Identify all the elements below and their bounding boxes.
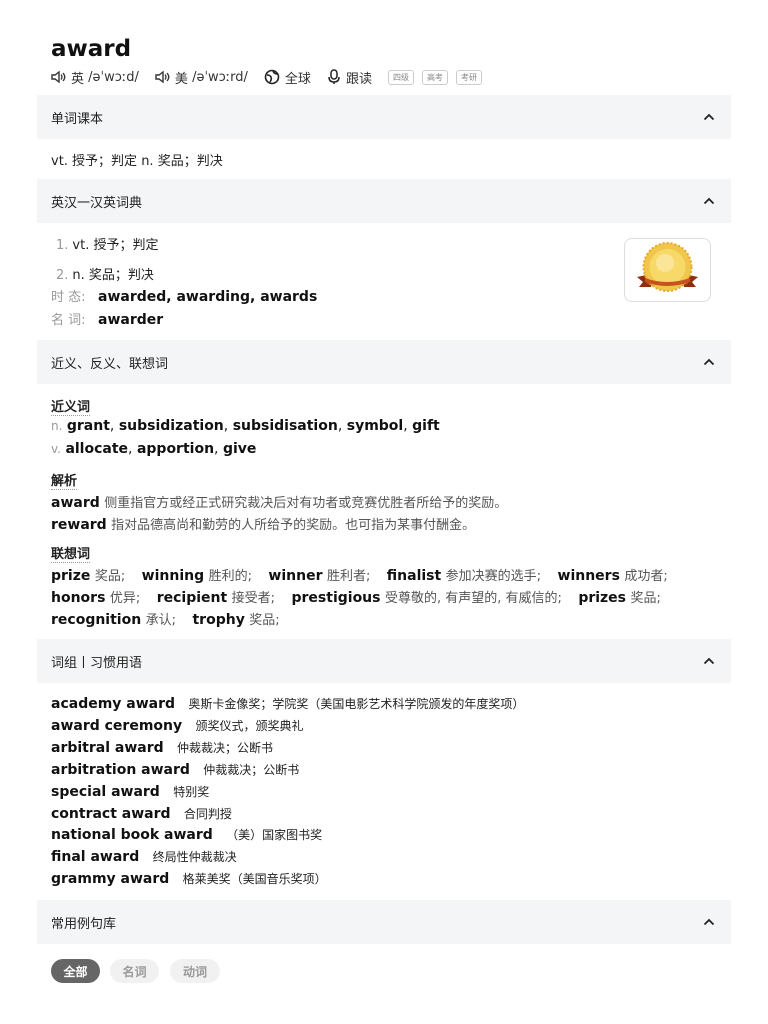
pos-label: v. — [51, 442, 61, 456]
phrase-row: grammy award 格莱美奖（美国音乐奖项） — [51, 871, 327, 887]
noun-form-value: awarder — [98, 312, 164, 328]
filter-verb-button[interactable]: 动词 — [170, 959, 220, 983]
award-medal-image — [624, 238, 711, 302]
tense-row: 时 态: awarded, awarding, awards — [51, 286, 317, 305]
synonym-link[interactable]: allocate — [65, 441, 128, 457]
medal-icon — [637, 242, 698, 292]
section-header-phrases[interactable]: 词组丨习惯用语 — [37, 639, 731, 683]
synonyms-subtitle: 近义词 — [51, 400, 91, 416]
section-header-synonyms[interactable]: 近义、反义、联想词 — [37, 340, 731, 384]
phrase-row: final award 终局性仲裁裁决 — [51, 849, 237, 865]
section-header-dictionary[interactable]: 英汉一汉英词典 — [37, 179, 731, 223]
course-definition: vt. 授予；判定 n. 奖品；判决 — [51, 154, 223, 169]
synonym-link[interactable]: symbol — [347, 418, 404, 434]
us-pronunciation-button[interactable]: 美 /əˈwɔːrd/ — [155, 68, 248, 87]
synonym-link[interactable]: subsidization — [119, 418, 224, 434]
dictionary-page: award 英 /əˈwɔːd/ 美 /əˈwɔːrd/ 全球 跟读 四级 高考… — [0, 0, 768, 1024]
microphone-icon — [328, 69, 340, 84]
pronunciation-bar: 英 /əˈwɔːd/ 美 /əˈwɔːrd/ 全球 跟读 四级 高考 考研 — [51, 67, 490, 87]
association-link[interactable]: prestigious — [292, 590, 381, 606]
global-button[interactable]: 全球 — [264, 68, 311, 87]
filter-noun-button[interactable]: 名词 — [110, 959, 159, 983]
association-link[interactable]: recognition — [51, 612, 141, 628]
phrase-row: award ceremony 颁奖仪式，颁奖典礼 — [51, 718, 304, 734]
section-header-course[interactable]: 单词课本 — [37, 95, 731, 139]
noun-form-label: 名 词: — [51, 313, 86, 328]
chevron-up-icon — [703, 657, 715, 665]
association-link[interactable]: winning — [142, 568, 204, 584]
phrase-row: academy award 奥斯卡金像奖；学院奖（美国电影艺术科学院颁发的年度奖… — [51, 696, 525, 712]
association-link[interactable]: finalist — [387, 568, 441, 584]
us-ipa: /əˈwɔːrd/ — [192, 69, 248, 85]
analysis-subtitle: 解析 — [51, 474, 78, 490]
chevron-up-icon — [703, 918, 715, 926]
associations-subtitle: 联想词 — [51, 547, 91, 563]
exam-tag: 四级 — [387, 69, 414, 85]
section-header-examples[interactable]: 常用例句库 — [37, 900, 731, 944]
analysis-item: reward 指对品德高尚和勤劳的人所给予的奖励。也可指为某事付酬金。 — [51, 517, 476, 533]
filter-all-button[interactable]: 全部 — [51, 959, 100, 983]
association-link[interactable]: recipient — [157, 590, 227, 606]
association-row: honors 优异; recipient 接受者; prestigious 受尊… — [51, 590, 661, 606]
definition-item: 1. vt. 授予；判定 — [56, 238, 159, 253]
phrase-row: national book award （美）国家图书奖 — [51, 827, 323, 843]
synonym-link[interactable]: subsidisation — [233, 418, 338, 434]
phrase-row: special award 特别奖 — [51, 784, 210, 800]
association-link[interactable]: honors — [51, 590, 105, 606]
uk-label: 英 — [71, 71, 85, 87]
chevron-up-icon — [703, 113, 715, 121]
association-row: recognition 承认; trophy 奖品; — [51, 612, 280, 628]
speaker-icon — [155, 70, 170, 84]
follow-read-button[interactable]: 跟读 — [327, 68, 372, 87]
speaker-icon — [51, 70, 66, 84]
globe-icon — [264, 69, 280, 85]
analysis-item: award 侧重指官方或经正式研究裁决后对有功者或竞赛优胜者所给予的奖励。 — [51, 495, 508, 511]
synonym-link[interactable]: apportion — [137, 441, 214, 457]
exam-tag: 高考 — [421, 69, 448, 85]
chevron-up-icon — [703, 197, 715, 205]
synonym-link[interactable]: gift — [412, 418, 440, 434]
association-link[interactable]: winner — [268, 568, 322, 584]
global-label: 全球 — [284, 71, 311, 87]
tense-value: awarded, awarding, awards — [98, 289, 318, 305]
word-title: award — [51, 36, 132, 62]
phrase-row: arbitral award 仲裁裁决；公断书 — [51, 740, 274, 756]
section-title: 单词课本 — [51, 111, 104, 127]
synonym-link[interactable]: give — [223, 441, 256, 457]
section-title: 词组丨习惯用语 — [51, 655, 143, 671]
association-link[interactable]: prizes — [578, 590, 626, 606]
definition-item: 2. n. 奖品；判决 — [56, 268, 154, 283]
section-title: 近义、反义、联想词 — [51, 356, 169, 372]
uk-pronunciation-button[interactable]: 英 /əˈwɔːd/ — [51, 68, 139, 87]
exam-tag: 考研 — [455, 69, 482, 85]
follow-read-label: 跟读 — [345, 71, 372, 87]
phrase-row: contract award 合同判授 — [51, 806, 232, 822]
chevron-up-icon — [703, 358, 715, 366]
section-title: 常用例句库 — [51, 916, 117, 932]
us-label: 美 — [174, 71, 188, 87]
synonym-link[interactable]: grant — [67, 418, 110, 434]
association-row: prize 奖品; winning 胜利的; winner 胜利者; final… — [51, 568, 668, 584]
noun-form-row: 名 词: awarder — [51, 309, 163, 328]
verb-synonyms-row: v. allocate, apportion, give — [51, 441, 257, 457]
pos-label: n. — [51, 419, 63, 433]
phrase-row: arbitration award 仲裁裁决；公断书 — [51, 762, 300, 778]
noun-synonyms-row: n. grant, subsidization, subsidisation, … — [51, 418, 440, 434]
association-link[interactable]: trophy — [192, 612, 244, 628]
section-title: 英汉一汉英词典 — [51, 195, 143, 211]
uk-ipa: /əˈwɔːd/ — [88, 69, 139, 85]
association-link[interactable]: winners — [558, 568, 620, 584]
association-link[interactable]: prize — [51, 568, 90, 584]
tense-label: 时 态: — [51, 290, 86, 305]
